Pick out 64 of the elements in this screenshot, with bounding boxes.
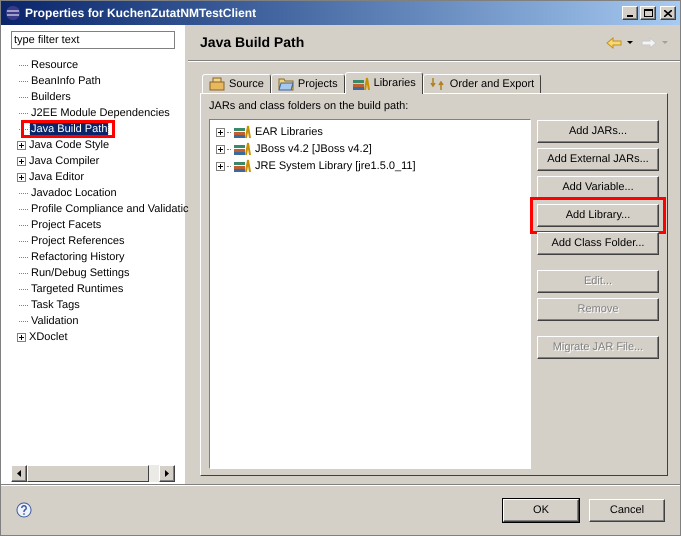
action-button[interactable]: Add JARs... xyxy=(537,120,659,142)
ok-button[interactable]: OK xyxy=(503,498,579,522)
tree-item[interactable]: Run/Debug Settings xyxy=(30,264,130,282)
tree-item[interactable]: Profile Compliance and Validatic xyxy=(30,200,190,218)
tree-item[interactable]: Validation xyxy=(30,312,80,330)
books-icon xyxy=(233,159,251,173)
expand-icon[interactable] xyxy=(216,162,225,170)
page-title: Java Build Path xyxy=(200,33,306,52)
maximize-button[interactable] xyxy=(640,6,656,20)
list-label: JARs and class folders on the build path: xyxy=(209,99,410,114)
library-list[interactable]: EAR Libraries JBoss v4.2 [JBoss v4.2] JRE System Library [jre1.5.0_11] xyxy=(209,118,531,469)
tree-item[interactable]: Project Facets xyxy=(30,216,102,234)
tree-item[interactable]: J2EE Module Dependencies xyxy=(30,104,171,122)
filter-field[interactable]: type filter text xyxy=(11,31,175,49)
tree-item[interactable]: Resource xyxy=(30,56,80,74)
scroll-right-button[interactable] xyxy=(159,465,175,482)
package-icon xyxy=(209,77,225,91)
expand-icon[interactable] xyxy=(17,140,26,150)
window-title: Properties for KuchenZutatNMTestClient xyxy=(25,5,258,22)
tab[interactable]: Libraries xyxy=(344,72,423,94)
tree-item[interactable]: Javadoc Location xyxy=(30,184,118,202)
maximize-icon xyxy=(644,9,652,17)
books-icon xyxy=(352,76,370,90)
action-button[interactable]: Add Library... xyxy=(537,204,659,226)
tree-item[interactable]: Project References xyxy=(30,232,126,250)
library-entry[interactable]: EAR Libraries xyxy=(255,124,323,140)
tree-item[interactable]: Java Code Style xyxy=(28,136,110,154)
close-button[interactable] xyxy=(660,6,676,20)
right-arrow-icon xyxy=(165,470,169,477)
expand-icon[interactable] xyxy=(17,172,26,182)
tab[interactable]: Order and Export xyxy=(422,74,542,93)
minimize-icon xyxy=(627,15,633,17)
left-arrow-icon xyxy=(17,470,21,477)
eclipse-icon xyxy=(5,5,21,21)
expand-icon[interactable] xyxy=(216,144,225,154)
tab[interactable]: Projects xyxy=(270,74,345,93)
close-icon xyxy=(664,10,672,16)
tree-item[interactable]: BeanInfo Path xyxy=(30,72,102,90)
tree-item[interactable]: Builders xyxy=(30,88,72,106)
books-icon xyxy=(233,125,251,139)
tree-item[interactable]: XDoclet xyxy=(28,328,69,346)
action-button[interactable]: Add Variable... xyxy=(537,176,659,198)
tree-item[interactable]: Task Tags xyxy=(30,296,81,314)
scroll-thumb[interactable] xyxy=(27,465,149,482)
tree-item[interactable]: Refactoring History xyxy=(30,248,126,266)
tab[interactable]: Source xyxy=(202,74,271,93)
minimize-button[interactable] xyxy=(622,6,638,20)
dropdown-icon[interactable] xyxy=(627,41,633,44)
scroll-left-button[interactable] xyxy=(11,465,27,482)
tree-item[interactable]: Java Compiler xyxy=(28,152,100,170)
tree-item[interactable]: Targeted Runtimes xyxy=(30,280,124,298)
cancel-button[interactable]: Cancel xyxy=(589,498,665,522)
library-entry[interactable]: JBoss v4.2 [JBoss v4.2] xyxy=(255,140,372,158)
expand-icon[interactable] xyxy=(17,156,26,166)
arrows-icon xyxy=(430,77,446,91)
action-button[interactable]: Add External JARs... xyxy=(537,148,659,170)
books-icon xyxy=(233,142,251,156)
expand-icon[interactable] xyxy=(17,332,26,342)
tree-item[interactable]: Java Editor xyxy=(28,168,86,186)
library-entry[interactable]: JRE System Library [jre1.5.0_11] xyxy=(255,158,416,174)
folder-icon xyxy=(278,77,294,91)
help-icon[interactable] xyxy=(16,502,32,518)
expand-icon[interactable] xyxy=(216,128,225,136)
action-button[interactable]: Add Class Folder... xyxy=(537,232,659,254)
